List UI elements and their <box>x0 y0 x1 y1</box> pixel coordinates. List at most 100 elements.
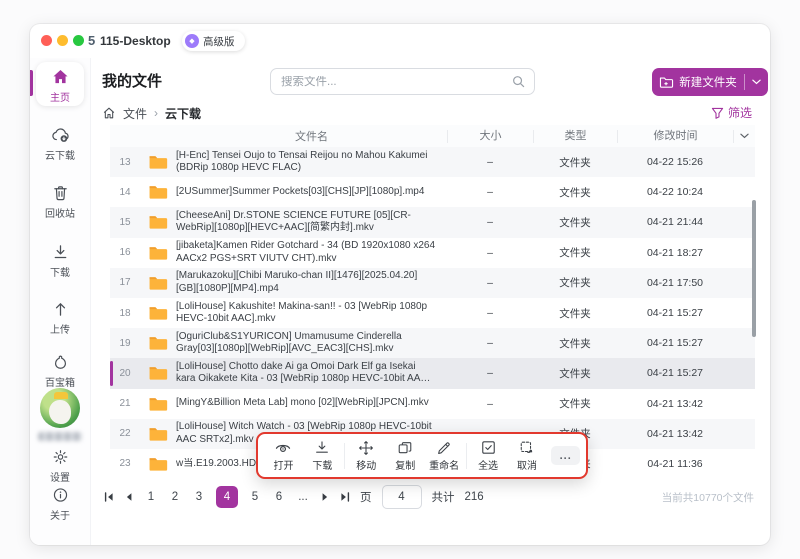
row-number: 14 <box>119 186 131 198</box>
cloud-download-icon <box>30 126 90 145</box>
file-name[interactable]: [MingY&Billion Meta Lab] mono [02][WebRi… <box>176 397 447 409</box>
last-page-button[interactable] <box>340 492 350 502</box>
sidebar-item-recycle-bin[interactable]: 回收站 <box>30 184 90 220</box>
chevron-down-icon[interactable] <box>745 79 768 85</box>
table-row[interactable]: 16 [jibaketa]Kamen Rider Gotchard - 34 (… <box>110 237 755 268</box>
first-page-button[interactable] <box>104 492 114 502</box>
checkbox-checked-icon <box>469 439 508 456</box>
download-button[interactable]: 下载 <box>303 439 342 472</box>
download-icon <box>30 243 90 262</box>
rename-button[interactable]: 重命名 <box>425 439 464 472</box>
table-row[interactable]: 17 [Marukazoku][Chibi Maruko-chan II][14… <box>110 267 755 298</box>
treasure-box-icon <box>30 353 90 372</box>
sidebar-item-treasure-box[interactable]: 百宝箱 <box>30 353 90 389</box>
move-button[interactable]: 移动 <box>347 439 386 472</box>
page-button-6[interactable]: 6 <box>272 491 286 503</box>
row-number: 16 <box>119 247 131 259</box>
cancel-selection-button[interactable]: 取消 <box>508 439 547 472</box>
search-box[interactable] <box>270 68 535 95</box>
row-number: 18 <box>119 307 131 319</box>
table-row[interactable]: 18 [LoliHouse] Kakushite! Makina-san!! -… <box>110 297 755 329</box>
sidebar-item-home[interactable]: 主页 <box>36 62 84 106</box>
file-modified: 04-21 17:50 <box>646 276 704 289</box>
folder-icon <box>140 335 176 351</box>
premium-badge-label: 高级版 <box>203 35 235 48</box>
column-header-modified[interactable]: 修改时间 <box>617 129 733 143</box>
premium-badge[interactable]: ◆ 高级版 <box>182 31 245 51</box>
file-size: – <box>487 186 493 199</box>
file-name[interactable]: [Marukazoku][Chibi Maruko-chan II][1476]… <box>176 270 447 295</box>
sidebar-item-cloud-download[interactable]: 云下载 <box>30 126 90 162</box>
page-button-5[interactable]: 5 <box>248 491 262 503</box>
file-type: 文件夹 <box>559 277 591 290</box>
sidebar-item-upload[interactable]: 上传 <box>30 300 90 336</box>
file-name[interactable]: [LoliHouse] Chotto dake Ai ga Omoi Dark … <box>176 361 447 386</box>
prev-page-button[interactable] <box>124 492 134 502</box>
table-row[interactable]: 13 [H-Enc] Tensei Oujo to Tensai Reijou … <box>110 147 755 178</box>
file-size: – <box>487 246 493 259</box>
page-jump-input[interactable] <box>381 485 422 509</box>
page-button-2[interactable]: 2 <box>168 491 182 503</box>
toolbar-divider <box>343 442 345 469</box>
table-row[interactable]: 19 [OguriClub&S1YURICON] Umamusume Cinde… <box>110 328 755 359</box>
page-button-4-active[interactable]: 4 <box>216 486 238 508</box>
zoom-button[interactable] <box>73 35 84 46</box>
open-button[interactable]: 打开 <box>264 439 303 472</box>
page-button-1[interactable]: 1 <box>144 491 158 503</box>
row-number: 22 <box>119 428 131 440</box>
file-type: 文件夹 <box>559 307 591 320</box>
move-icon <box>347 439 386 456</box>
sidebar-item-settings[interactable]: 设置 <box>30 448 90 484</box>
filter-button[interactable]: 筛选 <box>711 104 752 121</box>
search-input[interactable] <box>271 75 512 88</box>
toolbar-label: 取消 <box>517 461 537 472</box>
column-settings-chevron-icon[interactable] <box>733 129 755 143</box>
avatar[interactable] <box>40 388 80 428</box>
sidebar-item-download[interactable]: 下载 <box>30 243 90 279</box>
file-modified: 04-21 15:27 <box>646 337 704 350</box>
gem-icon: ◆ <box>185 34 199 48</box>
file-name[interactable]: [2USummer]Summer Pockets[03][CHS][JP][10… <box>176 186 447 198</box>
folder-icon <box>140 365 176 381</box>
table-row[interactable]: 15 [CheeseAni] Dr.STONE SCIENCE FUTURE [… <box>110 207 755 238</box>
file-name[interactable]: [jibaketa]Kamen Rider Gotchard - 34 (BD … <box>176 240 447 265</box>
app-title: 115-Desktop <box>100 34 171 48</box>
file-list: 13 [H-Enc] Tensei Oujo to Tensai Reijou … <box>110 147 755 480</box>
file-name[interactable]: [LoliHouse] Kakushite! Makina-san!! - 03… <box>176 301 447 326</box>
toolbar-label: 重命名 <box>429 461 460 472</box>
pencil-icon <box>425 439 464 456</box>
home-outline-icon[interactable] <box>102 106 116 121</box>
file-size: – <box>487 307 493 320</box>
file-name[interactable]: [H-Enc] Tensei Oujo to Tensai Reijou no … <box>176 150 447 175</box>
file-name[interactable]: [OguriClub&S1YURICON] Umamusume Cinderel… <box>176 331 447 356</box>
more-actions-button[interactable]: ... <box>551 446 580 465</box>
breadcrumb-root[interactable]: 文件 <box>123 105 147 122</box>
page-button-3[interactable]: 3 <box>192 491 206 503</box>
folder-icon <box>140 245 176 261</box>
table-row[interactable]: 20 [LoliHouse] Chotto dake Ai ga Omoi Da… <box>110 358 755 389</box>
file-count-summary: 当前共10770个文件 <box>661 492 754 504</box>
column-header-size[interactable]: 大小 <box>447 129 533 143</box>
table-row[interactable]: 14 [2USummer]Summer Pockets[03][CHS][JP]… <box>110 177 755 208</box>
sidebar-item-about[interactable]: 关于 <box>30 486 90 522</box>
vertical-scrollbar[interactable] <box>752 200 756 337</box>
copy-button[interactable]: 复制 <box>386 439 425 472</box>
minimize-button[interactable] <box>57 35 68 46</box>
new-folder-button[interactable]: 新建文件夹 <box>652 68 768 96</box>
close-button[interactable] <box>41 35 52 46</box>
column-header-name[interactable]: 文件名 <box>176 128 447 144</box>
file-name[interactable]: [CheeseAni] Dr.STONE SCIENCE FUTURE [05]… <box>176 210 447 235</box>
upload-icon <box>30 300 90 319</box>
breadcrumb-separator: › <box>154 106 159 120</box>
toolbar-label: 下载 <box>312 461 333 472</box>
breadcrumb-current: 云下载 <box>165 106 202 121</box>
select-all-button[interactable]: 全选 <box>469 439 508 472</box>
next-page-button[interactable] <box>320 492 330 502</box>
column-header-type[interactable]: 类型 <box>533 129 617 143</box>
sidebar-item-label: 关于 <box>50 511 70 522</box>
total-pages-value: 216 <box>464 491 484 503</box>
file-type: 文件夹 <box>559 186 591 199</box>
table-row[interactable]: 21 [MingY&Billion Meta Lab] mono [02][We… <box>110 388 755 419</box>
file-type: 文件夹 <box>559 398 591 411</box>
sidebar-item-label: 设置 <box>50 473 70 484</box>
